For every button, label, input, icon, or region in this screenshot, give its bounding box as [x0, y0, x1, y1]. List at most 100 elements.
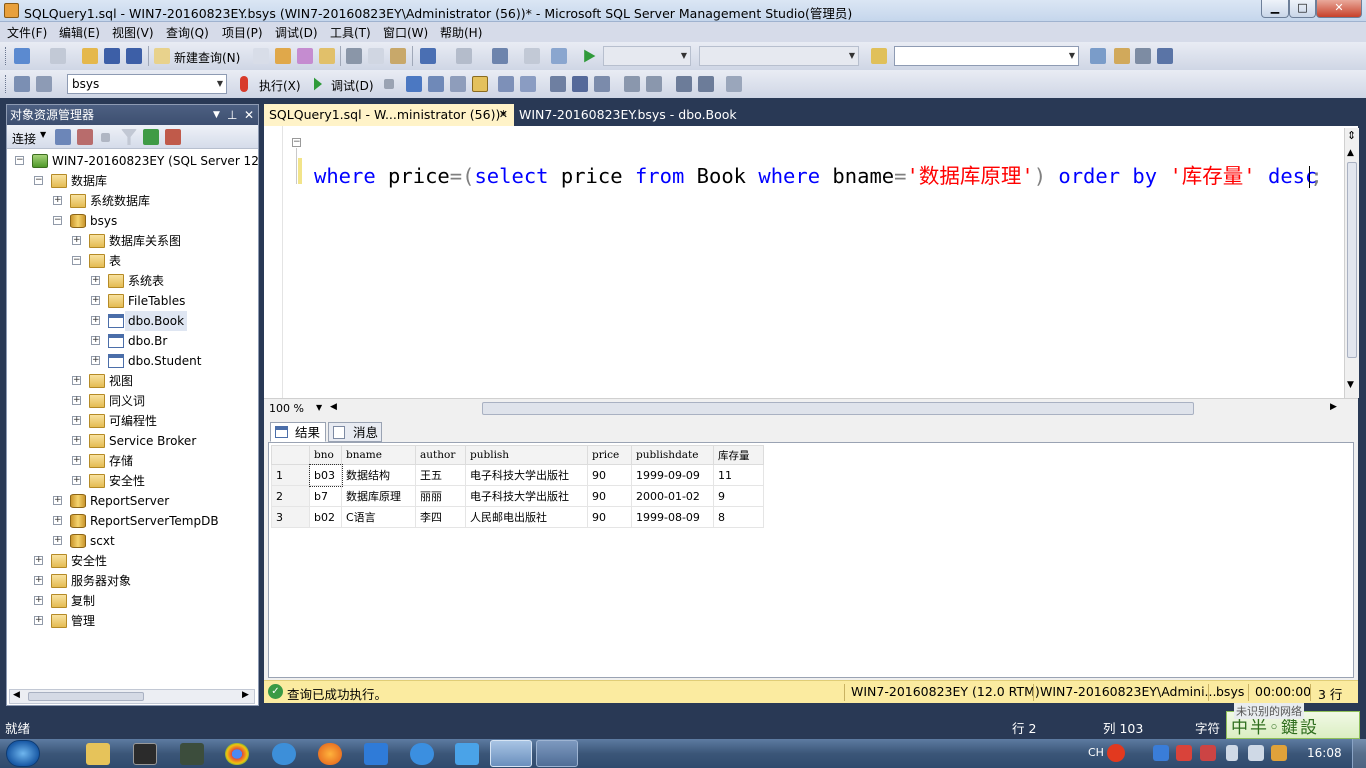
tree-node[interactable]: + scxt: [7, 531, 258, 551]
results-to-text-icon[interactable]: [550, 76, 566, 92]
object-explorer-icon[interactable]: [1114, 48, 1130, 64]
results-to-file-icon[interactable]: [572, 76, 588, 92]
platform-select[interactable]: ▼: [699, 46, 859, 66]
zoom-select[interactable]: 100 %: [269, 402, 304, 415]
editor-hscroll-thumb[interactable]: [482, 402, 1194, 415]
expand-icon[interactable]: +: [72, 456, 81, 465]
decrease-indent-icon[interactable]: [676, 76, 692, 92]
alert-icon[interactable]: [1176, 745, 1192, 761]
row-number-header[interactable]: [271, 445, 310, 465]
uncomment-icon[interactable]: [646, 76, 662, 92]
tab-sqlquery1[interactable]: SQLQuery1.sql - W...ministrator (56))* ✕: [264, 104, 514, 126]
cut-icon[interactable]: [346, 48, 362, 64]
editor-vertical-scrollbar[interactable]: ⇕ ▲ ▼: [1344, 128, 1359, 398]
menu-tools[interactable]: 工具(T): [330, 24, 371, 41]
table-cell[interactable]: 人民邮电出版社: [465, 506, 588, 528]
cancel-query-icon[interactable]: [384, 79, 394, 89]
tree-node[interactable]: + dbo.Student: [7, 351, 258, 371]
tree-node[interactable]: + 服务器对象: [7, 571, 258, 591]
split-icon[interactable]: ⇕: [1347, 129, 1356, 142]
results-to-grid-icon[interactable]: [472, 76, 488, 92]
expand-icon[interactable]: +: [91, 296, 100, 305]
tree-node[interactable]: + 同义词: [7, 391, 258, 411]
table-cell[interactable]: 9: [713, 485, 764, 507]
add-item-icon[interactable]: [50, 48, 66, 64]
tree-node[interactable]: + Service Broker: [7, 431, 258, 451]
filter-icon[interactable]: [121, 129, 137, 145]
column-header[interactable]: bname: [341, 445, 416, 465]
save-icon[interactable]: [104, 48, 120, 64]
tab-results[interactable]: 结果: [270, 422, 326, 442]
table-cell[interactable]: 8: [713, 506, 764, 528]
language-indicator[interactable]: CH: [1088, 746, 1104, 759]
execute-icon[interactable]: [240, 76, 248, 92]
table-cell[interactable]: 丽丽: [415, 485, 466, 507]
expand-icon[interactable]: +: [34, 556, 43, 565]
expand-icon[interactable]: +: [53, 496, 62, 505]
expand-icon[interactable]: +: [91, 356, 100, 365]
expand-icon[interactable]: +: [53, 536, 62, 545]
tree-node[interactable]: + 数据库关系图: [7, 231, 258, 251]
expand-icon[interactable]: +: [34, 596, 43, 605]
expand-icon[interactable]: +: [72, 236, 81, 245]
expand-icon[interactable]: +: [34, 576, 43, 585]
undo-icon[interactable]: [420, 48, 436, 64]
table-cell[interactable]: 90: [587, 464, 632, 486]
taskbar-app-button[interactable]: [536, 740, 578, 767]
menu-project[interactable]: 项目(P): [222, 24, 263, 41]
column-header[interactable]: price: [587, 445, 632, 465]
expand-icon[interactable]: +: [34, 616, 43, 625]
menu-file[interactable]: 文件(F): [7, 24, 47, 41]
table-cell[interactable]: 1999-09-09: [631, 464, 714, 486]
copy-icon[interactable]: [368, 48, 384, 64]
disconnect-icon[interactable]: [77, 129, 93, 145]
expand-icon[interactable]: +: [72, 476, 81, 485]
panel-close-icon[interactable]: ✕: [244, 105, 254, 125]
scroll-right-icon[interactable]: ▶: [242, 690, 249, 700]
expand-icon[interactable]: +: [91, 316, 100, 325]
toolbar-grip[interactable]: [5, 75, 8, 93]
expand-icon[interactable]: +: [91, 336, 100, 345]
table-cell[interactable]: 电子科技大学出版社: [465, 464, 588, 486]
maximize-button[interactable]: □: [1289, 0, 1316, 18]
expand-icon[interactable]: +: [72, 436, 81, 445]
navigate-forward-icon[interactable]: [524, 48, 540, 64]
shield-icon[interactable]: [1153, 745, 1169, 761]
tools-icon[interactable]: [1135, 48, 1151, 64]
registered-servers-icon[interactable]: [1090, 48, 1106, 64]
activity-monitor-icon[interactable]: [165, 129, 181, 145]
row-number-cell[interactable]: 1: [271, 464, 310, 486]
include-plan-icon[interactable]: [498, 76, 514, 92]
expand-icon[interactable]: +: [72, 396, 81, 405]
tab-messages[interactable]: 消息: [328, 422, 382, 442]
zoom-dropdown-icon[interactable]: ▼: [316, 403, 322, 412]
start-icon[interactable]: [584, 49, 596, 63]
debug-icon[interactable]: [314, 77, 322, 91]
db-engine-query-icon[interactable]: [253, 48, 269, 64]
connect-dropdown-icon[interactable]: ▼: [40, 130, 46, 139]
stop-icon[interactable]: [101, 133, 110, 142]
firefox-taskbar-icon[interactable]: [318, 743, 342, 765]
collapse-icon[interactable]: −: [292, 138, 301, 147]
menu-help[interactable]: 帮助(H): [440, 24, 482, 41]
tree-node[interactable]: + 系统表: [7, 271, 258, 291]
collapse-icon[interactable]: −: [15, 156, 24, 165]
tree-node[interactable]: + dbo.Book: [7, 311, 258, 331]
expand-icon[interactable]: +: [53, 196, 62, 205]
open-file-icon[interactable]: [82, 48, 98, 64]
intellisense-icon[interactable]: [726, 76, 742, 92]
properties-window-icon[interactable]: [1157, 48, 1173, 64]
tree-node[interactable]: + dbo.Br: [7, 331, 258, 351]
paste-icon[interactable]: [390, 48, 406, 64]
sql-editor[interactable]: − where price=(select price from Book wh…: [264, 126, 1358, 398]
table-cell[interactable]: 11: [713, 464, 764, 486]
specify-values-icon[interactable]: [594, 76, 610, 92]
toolbar-grip[interactable]: [5, 47, 8, 65]
new-query-icon[interactable]: [154, 48, 170, 64]
menu-debug[interactable]: 调试(D): [275, 24, 318, 41]
tree-node[interactable]: − WIN7-20160823EY (SQL Server 12.0: [7, 151, 258, 171]
collapse-icon[interactable]: −: [72, 256, 81, 265]
menu-query[interactable]: 查询(Q): [166, 24, 209, 41]
table-cell[interactable]: b7: [309, 485, 342, 507]
row-number-cell[interactable]: 3: [271, 506, 310, 528]
